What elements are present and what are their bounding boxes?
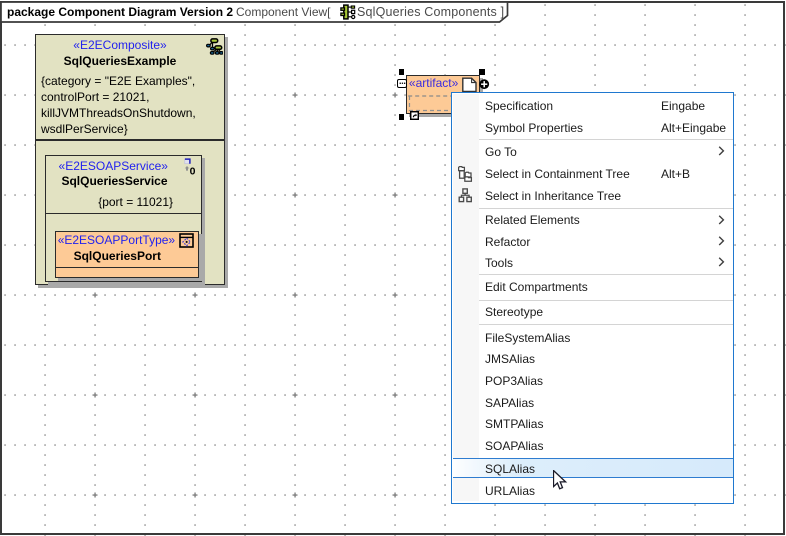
svg-text:0: 0 bbox=[190, 165, 196, 176]
